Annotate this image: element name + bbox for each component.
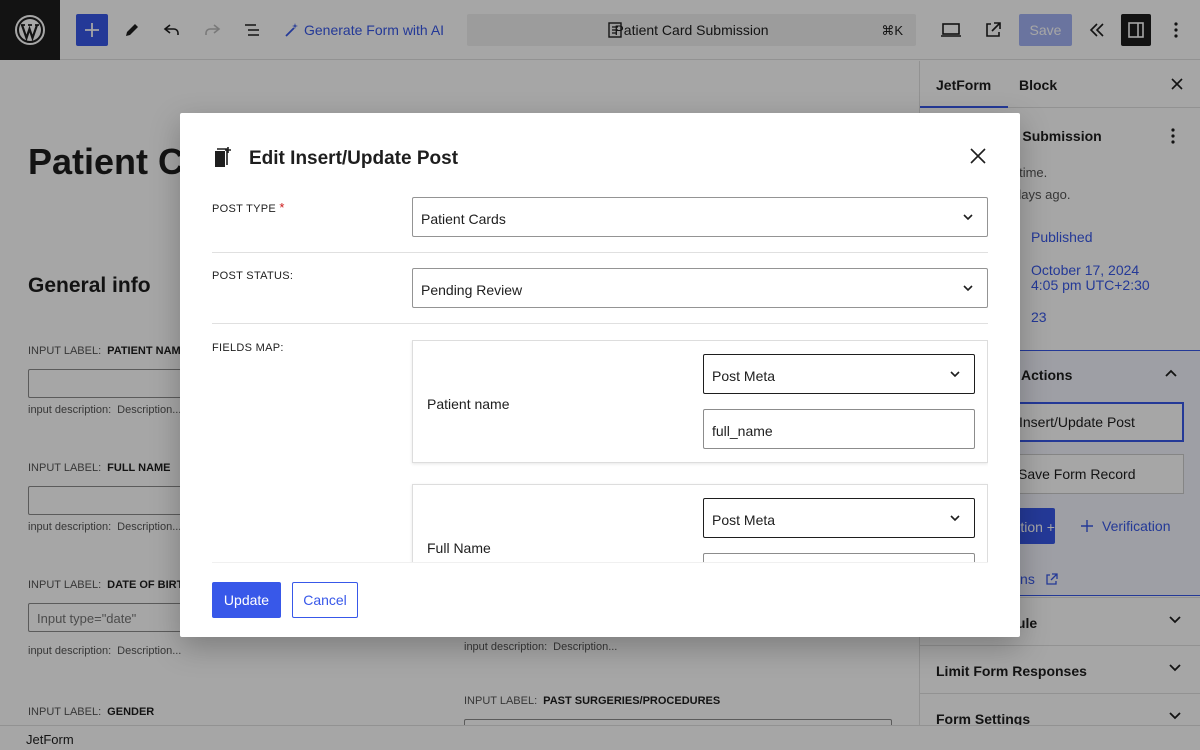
- close-icon[interactable]: [968, 146, 988, 166]
- chevron-down-icon: [963, 285, 973, 292]
- chevron-down-icon: [950, 371, 960, 378]
- post-type-select[interactable]: Patient Cards: [412, 197, 988, 237]
- fields-map-scroll-area[interactable]: Patient name Post Meta full_name Full Na…: [180, 340, 988, 562]
- edit-action-modal: Edit Insert/Update Post POST TYPE * Pati…: [180, 113, 1020, 637]
- map-row: Patient name Post Meta full_name: [412, 340, 988, 463]
- update-button[interactable]: Update: [212, 582, 281, 618]
- map-field-name: Full Name: [427, 540, 491, 556]
- post-document-icon: [215, 147, 231, 167]
- post-type-label-text: POST TYPE: [212, 203, 277, 215]
- divider: [212, 323, 988, 324]
- map-type-select[interactable]: Post Meta: [703, 498, 975, 538]
- map-field-name: Patient name: [427, 396, 510, 412]
- post-type-label: POST TYPE *: [212, 200, 285, 215]
- map-type-value: Post Meta: [712, 368, 776, 384]
- post-status-label: POST STATUS:: [212, 270, 294, 282]
- divider: [212, 252, 988, 253]
- cancel-button[interactable]: Cancel: [292, 582, 358, 618]
- post-type-value: Patient Cards: [421, 211, 506, 227]
- map-type-select[interactable]: Post Meta: [703, 354, 975, 394]
- map-key-input[interactable]: [703, 553, 975, 562]
- required-mark: *: [279, 200, 285, 215]
- chevron-down-icon: [950, 515, 960, 522]
- modal-title: Edit Insert/Update Post: [249, 148, 459, 169]
- map-key-input[interactable]: full_name: [703, 409, 975, 449]
- map-row: Full Name Post Meta: [412, 484, 988, 562]
- modal-footer-divider: [212, 562, 988, 563]
- post-status-value: Pending Review: [421, 282, 523, 298]
- map-type-value: Post Meta: [712, 512, 776, 528]
- post-status-select[interactable]: Pending Review: [412, 268, 988, 308]
- chevron-down-icon: [963, 214, 973, 221]
